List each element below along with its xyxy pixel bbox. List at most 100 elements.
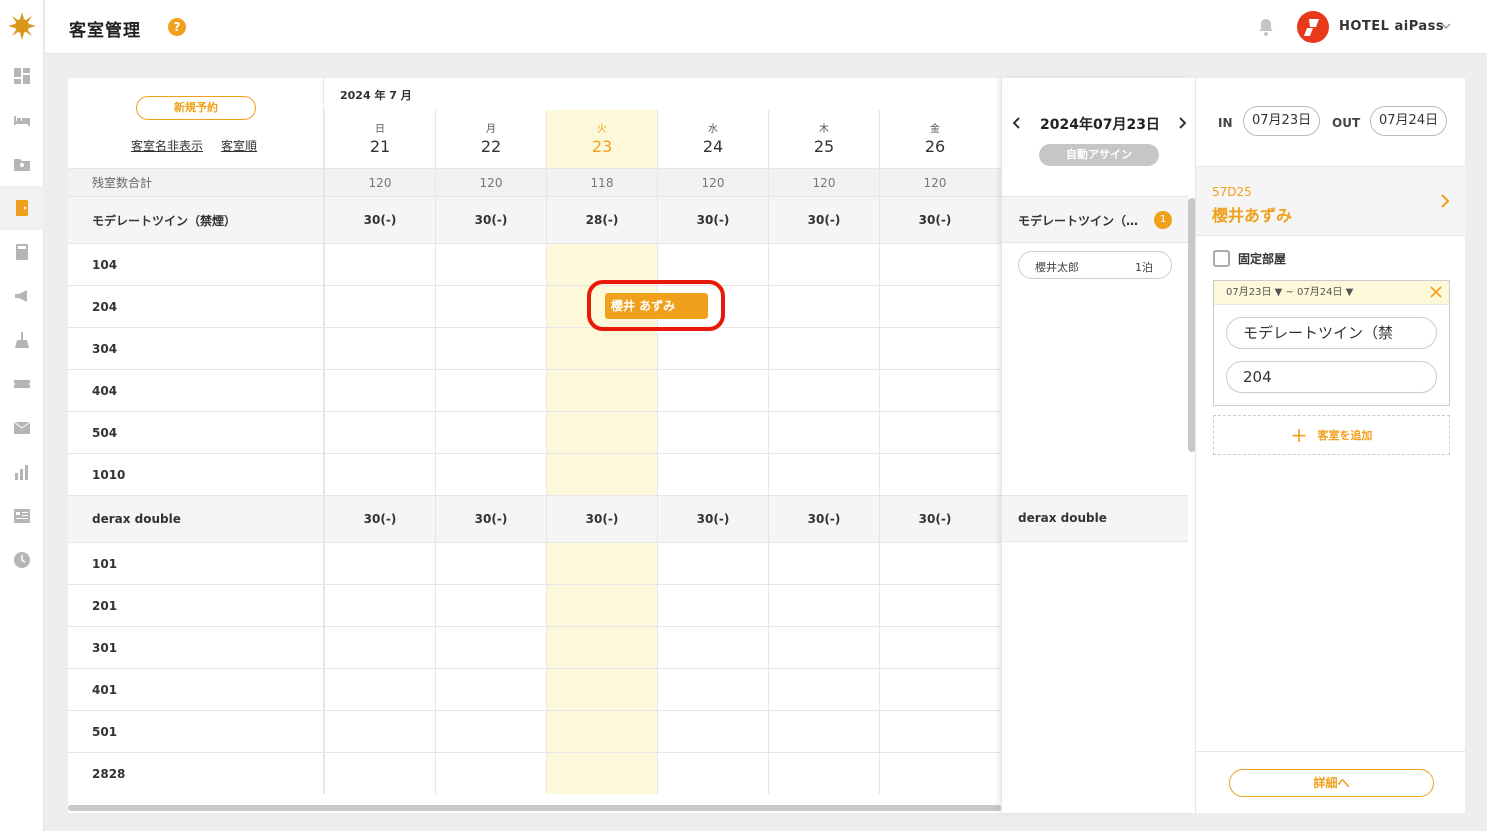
room-day-cell[interactable]: [435, 753, 546, 794]
help-icon[interactable]: ?: [168, 18, 186, 36]
date-range-selector[interactable]: 07月23日 ▼ ~ 07月24日 ▼: [1214, 281, 1449, 305]
room-day-cell[interactable]: [324, 328, 435, 369]
room-day-cell[interactable]: [657, 244, 768, 285]
room-day-cell[interactable]: [879, 711, 990, 752]
sidebar-item-dashboard[interactable]: [0, 54, 44, 98]
room-day-cell[interactable]: [768, 286, 879, 327]
room-day-cell[interactable]: [768, 585, 879, 626]
room-day-cell[interactable]: [879, 454, 990, 495]
checkout-date[interactable]: 07月24日: [1370, 106, 1448, 136]
room-day-cell[interactable]: [546, 543, 657, 584]
room-day-cell[interactable]: [546, 244, 657, 285]
room-day-cell[interactable]: [546, 454, 657, 495]
room-day-cell[interactable]: [768, 454, 879, 495]
room-day-cell[interactable]: [879, 627, 990, 668]
bell-icon[interactable]: [1258, 18, 1274, 36]
date-header[interactable]: 金 26: [879, 110, 990, 168]
sidebar-item-cleaning[interactable]: [0, 318, 44, 362]
close-icon[interactable]: [1429, 285, 1443, 299]
date-header[interactable]: 水 24: [657, 110, 768, 168]
room-day-cell[interactable]: [435, 286, 546, 327]
room-day-cell[interactable]: [435, 370, 546, 411]
room-day-cell[interactable]: [546, 585, 657, 626]
date-header-today[interactable]: 火 23: [546, 110, 657, 168]
date-header[interactable]: 日 21: [324, 110, 435, 168]
hide-room-names-link[interactable]: 客室名非表示: [131, 137, 203, 154]
room-day-cell[interactable]: [435, 627, 546, 668]
room-day-cell[interactable]: [657, 412, 768, 453]
room-day-cell[interactable]: [879, 412, 990, 453]
room-day-cell[interactable]: [546, 370, 657, 411]
room-day-cell[interactable]: [324, 454, 435, 495]
room-day-cell[interactable]: [435, 543, 546, 584]
room-day-cell[interactable]: [435, 328, 546, 369]
room-day-cell[interactable]: [657, 543, 768, 584]
room-day-cell[interactable]: [879, 669, 990, 710]
hotel-avatar[interactable]: [1297, 11, 1329, 43]
room-day-cell[interactable]: [324, 711, 435, 752]
sidebar-item-reports[interactable]: [0, 450, 44, 494]
fixed-room-checkbox[interactable]: [1213, 250, 1230, 267]
room-day-cell[interactable]: [879, 244, 990, 285]
room-day-cell[interactable]: [435, 669, 546, 710]
room-day-cell[interactable]: [657, 711, 768, 752]
room-day-cell[interactable]: [657, 370, 768, 411]
room-day-cell[interactable]: [657, 328, 768, 369]
sidebar-item-notices[interactable]: [0, 274, 44, 318]
sidebar-item-guests[interactable]: [0, 142, 44, 186]
room-day-cell[interactable]: [657, 627, 768, 668]
room-day-cell[interactable]: [879, 753, 990, 794]
room-day-cell[interactable]: [879, 585, 990, 626]
room-day-cell[interactable]: [657, 454, 768, 495]
room-day-cell[interactable]: [546, 328, 657, 369]
room-day-cell[interactable]: [768, 412, 879, 453]
room-day-cell[interactable]: [324, 286, 435, 327]
chevron-right-icon[interactable]: [1438, 193, 1452, 209]
logo-sun-icon[interactable]: [8, 12, 36, 40]
room-type-select[interactable]: モデレートツイン（禁: [1226, 317, 1437, 349]
sidebar-item-mail[interactable]: [0, 406, 44, 450]
room-day-cell[interactable]: [768, 328, 879, 369]
horizontal-scrollbar[interactable]: [68, 805, 1001, 811]
room-day-cell[interactable]: [768, 543, 879, 584]
room-day-cell[interactable]: [657, 753, 768, 794]
add-room-button[interactable]: + 客室を追加: [1213, 415, 1450, 455]
room-day-cell[interactable]: [546, 669, 657, 710]
date-header[interactable]: 月 22: [435, 110, 546, 168]
room-day-cell[interactable]: [879, 328, 990, 369]
room-order-link[interactable]: 客室順: [221, 137, 257, 154]
reservation-summary[interactable]: 57D25 櫻井あずみ: [1196, 166, 1466, 236]
room-day-cell[interactable]: [324, 412, 435, 453]
room-day-cell[interactable]: [546, 711, 657, 752]
chevron-left-icon[interactable]: [1010, 116, 1024, 130]
room-day-cell[interactable]: [768, 669, 879, 710]
details-button[interactable]: 詳細へ: [1229, 769, 1434, 797]
room-day-cell[interactable]: [768, 711, 879, 752]
room-day-cell[interactable]: [324, 627, 435, 668]
room-day-cell[interactable]: [657, 585, 768, 626]
room-day-cell[interactable]: [879, 286, 990, 327]
room-day-cell[interactable]: [768, 627, 879, 668]
room-day-cell[interactable]: [546, 753, 657, 794]
room-day-cell[interactable]: [435, 711, 546, 752]
auto-assign-button[interactable]: 自動アサイン: [1039, 144, 1159, 166]
room-day-cell[interactable]: [768, 244, 879, 285]
room-day-cell[interactable]: [546, 627, 657, 668]
unassigned-guest-pill[interactable]: 櫻井太郎 1泊: [1018, 251, 1172, 279]
room-day-cell[interactable]: [768, 753, 879, 794]
room-day-cell[interactable]: [435, 454, 546, 495]
date-header[interactable]: 木 25: [768, 110, 879, 168]
room-day-cell[interactable]: [657, 669, 768, 710]
room-day-cell[interactable]: [324, 669, 435, 710]
room-day-cell[interactable]: [546, 412, 657, 453]
room-day-cell[interactable]: [879, 370, 990, 411]
room-day-cell[interactable]: [879, 543, 990, 584]
hotel-name[interactable]: HOTEL aiPass: [1339, 19, 1444, 34]
room-day-cell[interactable]: [768, 370, 879, 411]
room-day-cell[interactable]: [324, 585, 435, 626]
chevron-right-icon[interactable]: [1175, 116, 1189, 130]
room-day-cell[interactable]: [435, 412, 546, 453]
room-day-cell[interactable]: [435, 585, 546, 626]
room-day-cell[interactable]: [324, 753, 435, 794]
room-number-select[interactable]: 204: [1226, 361, 1437, 393]
